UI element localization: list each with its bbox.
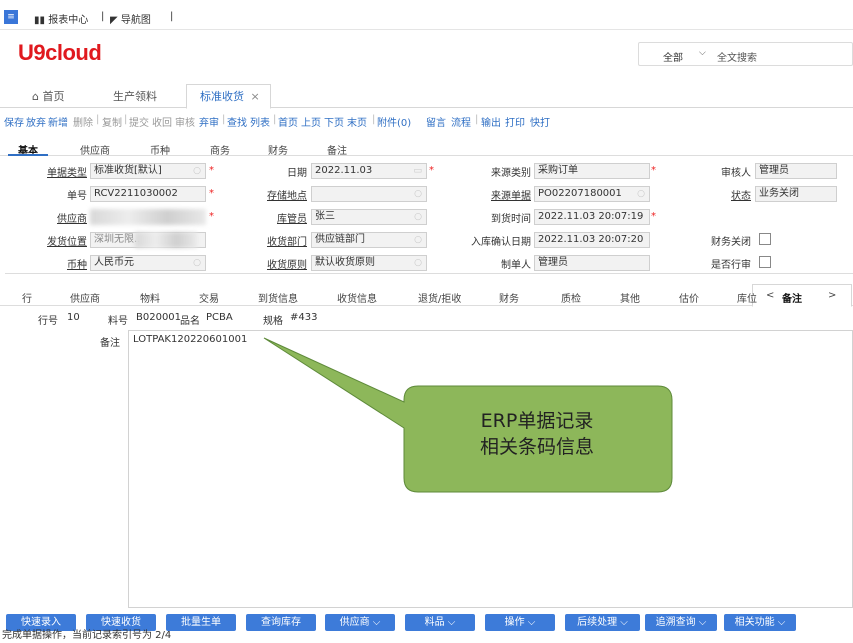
item-menu-button[interactable]: 料品 ⌵ xyxy=(405,614,475,631)
status-message: 完成单据操作，当前记录索引号为 2/4 xyxy=(2,630,172,641)
trace-query-menu-button[interactable]: 追溯查询 ⌵ xyxy=(645,614,717,631)
supplier-menu-button[interactable]: 供应商 ⌵ xyxy=(325,614,395,631)
callout-line-1: ERP单据记录 xyxy=(480,410,594,432)
query-stock-button[interactable]: 查询库存 xyxy=(246,614,316,631)
operation-menu-button[interactable]: 操作 ⌵ xyxy=(485,614,555,631)
batch-generate-button[interactable]: 批量生单 xyxy=(166,614,236,631)
bottom-action-bar: 快速录入 快速收货 批量生单 查询库存 供应商 ⌵ 料品 ⌵ 操作 ⌵ 后续处理… xyxy=(0,608,853,643)
follow-up-menu-button[interactable]: 后续处理 ⌵ xyxy=(565,614,640,631)
callout-text: ERP单据记录 相关条码信息 xyxy=(404,408,670,460)
callout-graphic xyxy=(263,337,673,493)
callout-line-2: 相关条码信息 xyxy=(479,436,594,458)
related-functions-menu-button[interactable]: 相关功能 ⌵ xyxy=(724,614,796,631)
